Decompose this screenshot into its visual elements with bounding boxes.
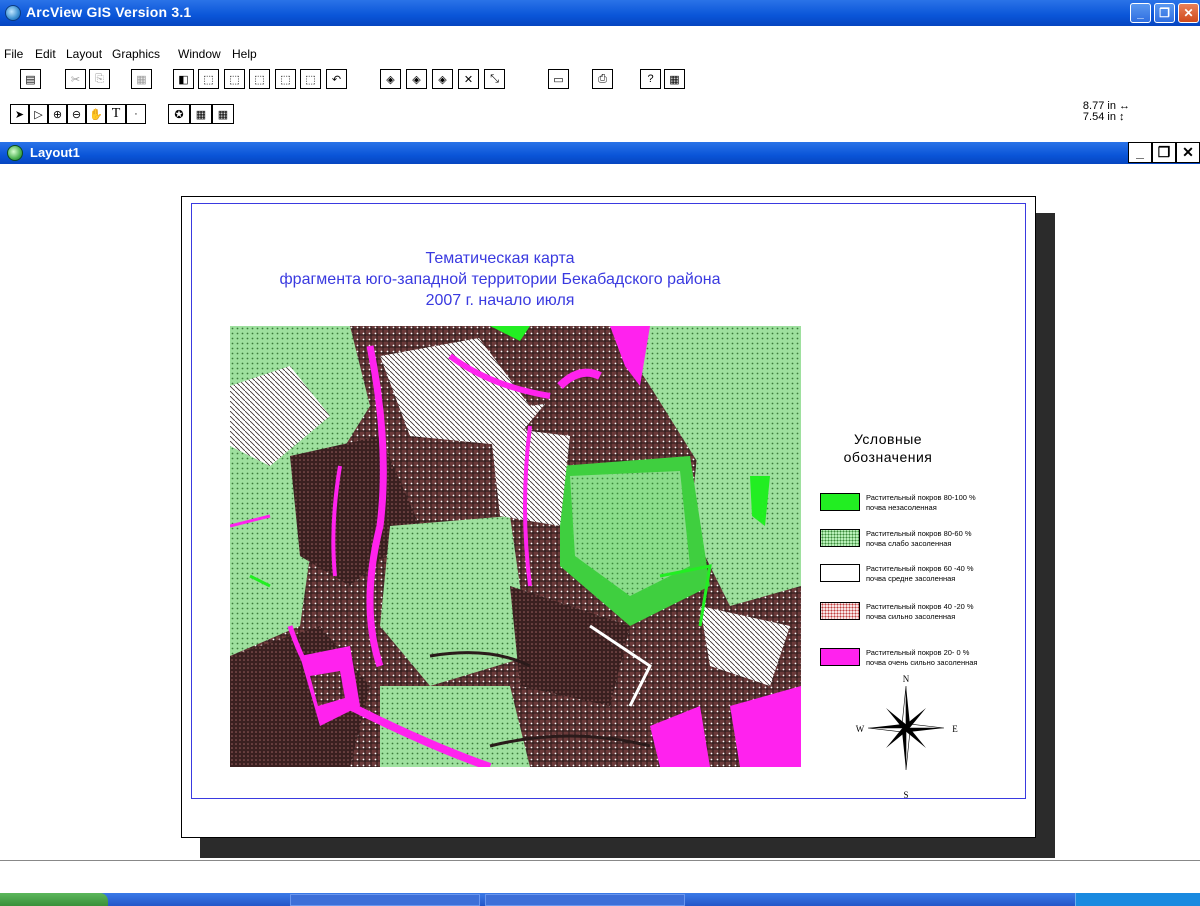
minimize-button[interactable]: _: [1130, 3, 1151, 23]
button-bar: ▤ ✂ ⎘ ▦ ◧ ⬚ ⬚ ⬚ ⬚ ⬚ ↶ ◈ ◈ ◈ ✕ ⤡ ▭ ⎙ ? ▦: [0, 69, 1200, 95]
palette2-icon[interactable]: ▦: [212, 104, 234, 124]
tool-bar: ➤ ▷ ⊕ ⊖ ✋ T · ✪ ▦ ▦: [0, 104, 1200, 130]
menu-help[interactable]: Help: [232, 47, 257, 61]
layout-minimize-button[interactable]: _: [1128, 142, 1152, 163]
legend-label-line2: почва незасоленная: [866, 503, 937, 512]
legend-label: Растительный покров 20- 0 % почва очень …: [866, 648, 1016, 668]
compass-n-label: N: [903, 674, 910, 684]
map-title-line2: фрагмента юго-западной территории Бекаба…: [279, 271, 721, 288]
grid-icon[interactable]: ▦: [664, 69, 685, 89]
cut-icon[interactable]: ✂: [65, 69, 86, 89]
zoom-actual-icon[interactable]: ◈: [406, 69, 427, 89]
legend-title[interactable]: Условные обозначения: [808, 430, 968, 466]
layout-title-bar: Layout1 _ ❐ ✕: [0, 142, 1200, 164]
properties-icon[interactable]: ◧: [173, 69, 194, 89]
map-title-line3: 2007 г. начало июля: [425, 292, 575, 309]
legend-swatch-pink-dots: [820, 602, 860, 620]
legend-label-line1: Растительный покров 80-60 %: [866, 529, 972, 538]
coordinate-readout: 8.77 in ↔ 7.54 in ↕: [1083, 101, 1130, 123]
paste-icon[interactable]: ▦: [131, 69, 152, 89]
compass-s-label: S: [903, 790, 908, 800]
menu-layout[interactable]: Layout: [66, 47, 102, 61]
app-title: ArcView GIS Version 3.1: [26, 4, 192, 20]
layout-restore-button[interactable]: ❐: [1152, 142, 1176, 163]
frame4-icon[interactable]: ⬚: [275, 69, 296, 89]
menu-file[interactable]: File: [4, 47, 23, 61]
vertical-arrow-icon: ↕: [1119, 111, 1125, 123]
zoom-in-icon[interactable]: ◈: [380, 69, 401, 89]
zoom-full-icon[interactable]: ✕: [458, 69, 479, 89]
menu-bar: File Edit Layout Graphics Window Help: [0, 45, 1200, 65]
legend-label: Растительный покров 60 -40 % почва средн…: [866, 564, 1016, 584]
menu-window[interactable]: Window: [178, 47, 221, 61]
legend-label-line2: почва очень сильно засоленная: [866, 658, 978, 667]
layout-close-button[interactable]: ✕: [1176, 142, 1200, 163]
legend-label-line1: Растительный покров 40 -20 %: [866, 602, 974, 611]
zoom-in-tool-icon[interactable]: ⊕: [48, 104, 67, 124]
point-icon[interactable]: ·: [126, 104, 146, 124]
legend-label: Растительный покров 40 -20 % почва сильн…: [866, 602, 1016, 622]
layout-title: Layout1: [30, 145, 80, 160]
map-title[interactable]: Тематическая карта фрагмента юго-западно…: [220, 248, 780, 311]
legend-label-line2: почва средне засоленная: [866, 574, 956, 583]
text-icon[interactable]: T: [106, 104, 126, 124]
legend-label: Растительный покров 80-60 % почва слабо …: [866, 529, 1016, 549]
zoom-out-tool-icon[interactable]: ⊖: [67, 104, 86, 124]
palette-icon[interactable]: ▦: [190, 104, 212, 124]
legend-swatch-white: [820, 564, 860, 582]
legend-label-line1: Растительный покров 80-100 %: [866, 493, 976, 502]
coord-y: 7.54 in: [1082, 111, 1116, 123]
help-icon[interactable]: ?: [640, 69, 661, 89]
start-button[interactable]: [0, 893, 108, 906]
taskbar-item[interactable]: [290, 894, 480, 906]
app-title-bar: ArcView GIS Version 3.1 _ ❐ ✕: [0, 0, 1200, 26]
menu-edit[interactable]: Edit: [35, 47, 56, 61]
vertex-icon[interactable]: ▷: [29, 104, 48, 124]
legend-swatch-magenta: [820, 648, 860, 666]
legend-swatch-green: [820, 493, 860, 511]
system-tray: [1075, 893, 1200, 906]
north-arrow-compass[interactable]: N S W E: [848, 670, 968, 800]
compass-w-label: W: [856, 724, 865, 734]
legend-title-line1: Условные: [853, 431, 923, 447]
thematic-map-image[interactable]: [230, 326, 801, 767]
windows-taskbar: [0, 893, 1200, 906]
legend-label-line1: Растительный покров 60 -40 %: [866, 564, 974, 573]
map-title-line1: Тематическая карта: [425, 250, 575, 267]
pan-icon[interactable]: ✋: [86, 104, 106, 124]
symbol-icon[interactable]: ✪: [168, 104, 190, 124]
compass-e-label: E: [952, 724, 958, 734]
arcview-icon: [5, 5, 21, 21]
legend-label-line2: почва слабо засоленная: [866, 539, 952, 548]
zoom-out-icon[interactable]: ◈: [432, 69, 453, 89]
pointer-icon[interactable]: ➤: [10, 104, 29, 124]
page-icon[interactable]: ▭: [548, 69, 569, 89]
layout-icon: [7, 145, 23, 161]
menu-graphics[interactable]: Graphics: [112, 47, 160, 61]
save-icon[interactable]: ▤: [20, 69, 41, 89]
frame3-icon[interactable]: ⬚: [249, 69, 270, 89]
legend-label-line2: почва сильно засоленная: [866, 612, 956, 621]
legend-label-line1: Растительный покров 20- 0 %: [866, 648, 970, 657]
frame-icon[interactable]: ⬚: [198, 69, 219, 89]
undo-icon[interactable]: ↶: [326, 69, 347, 89]
frame2-icon[interactable]: ⬚: [224, 69, 245, 89]
frame5-icon[interactable]: ⬚: [300, 69, 321, 89]
taskbar-item[interactable]: [485, 894, 685, 906]
legend-label: Растительный покров 80-100 % почва незас…: [866, 493, 1016, 513]
zoom-page-icon[interactable]: ⤡: [484, 69, 505, 89]
print-icon[interactable]: ⎙: [592, 69, 613, 89]
restore-button[interactable]: ❐: [1154, 3, 1175, 23]
close-button[interactable]: ✕: [1178, 3, 1199, 23]
legend-swatch-light-green: [820, 529, 860, 547]
compass-star-icon: [867, 685, 945, 771]
legend-title-line2: обозначения: [843, 449, 933, 465]
copy-icon[interactable]: ⎘: [89, 69, 110, 89]
status-separator: [0, 860, 1200, 861]
